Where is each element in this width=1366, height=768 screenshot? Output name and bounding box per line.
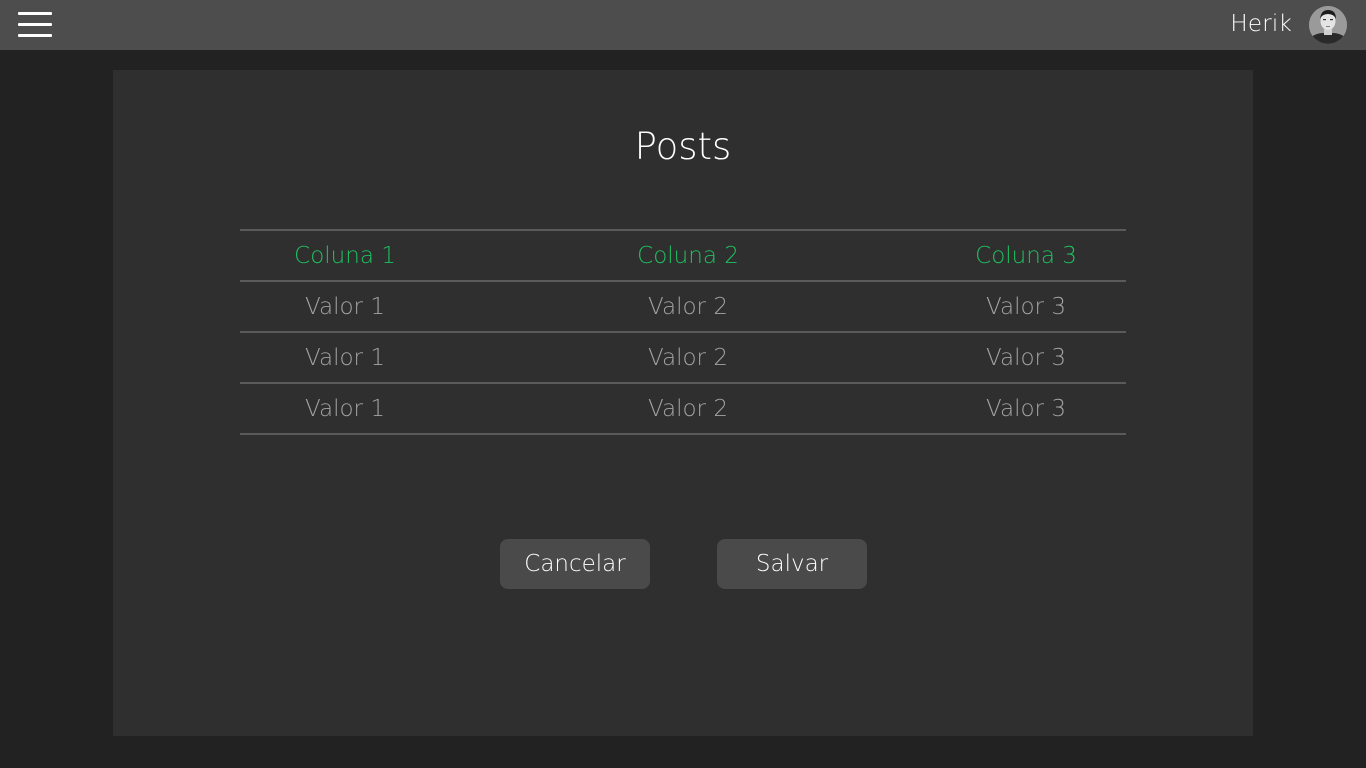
table-cell: Valor 3 (926, 332, 1126, 384)
column-header[interactable]: Coluna 1 (240, 229, 450, 282)
menu-line (18, 12, 52, 15)
table-header-row: Coluna 1 Coluna 2 Coluna 3 (240, 229, 1126, 282)
table-row[interactable]: Valor 1 Valor 2 Valor 3 (240, 332, 1126, 384)
table-cell: Valor 3 (926, 383, 1126, 435)
menu-line (18, 34, 52, 37)
save-button[interactable]: Salvar (717, 539, 867, 589)
column-header[interactable]: Coluna 3 (926, 229, 1126, 282)
table-cell: Valor 1 (240, 383, 450, 435)
table-row[interactable]: Valor 1 Valor 2 Valor 3 (240, 383, 1126, 435)
table-row[interactable]: Valor 1 Valor 2 Valor 3 (240, 281, 1126, 333)
user-name[interactable]: Herik (1230, 11, 1292, 37)
table-cell: Valor 2 (450, 383, 926, 435)
avatar-icon (1309, 6, 1347, 44)
table-cell: Valor 2 (450, 281, 926, 333)
column-header[interactable]: Coluna 2 (450, 229, 926, 282)
user-avatar[interactable] (1309, 6, 1347, 44)
page-title: Posts (634, 125, 732, 168)
table-cell: Valor 3 (926, 281, 1126, 333)
table-cell: Valor 1 (240, 281, 450, 333)
table-cell: Valor 2 (450, 332, 926, 384)
posts-table: Coluna 1 Coluna 2 Coluna 3 Valor 1 Valor… (240, 229, 1126, 435)
top-bar: Herik (0, 0, 1366, 50)
menu-line (18, 23, 52, 26)
hamburger-menu-icon[interactable] (18, 12, 52, 38)
cancel-button[interactable]: Cancelar (500, 539, 650, 589)
table-cell: Valor 1 (240, 332, 450, 384)
